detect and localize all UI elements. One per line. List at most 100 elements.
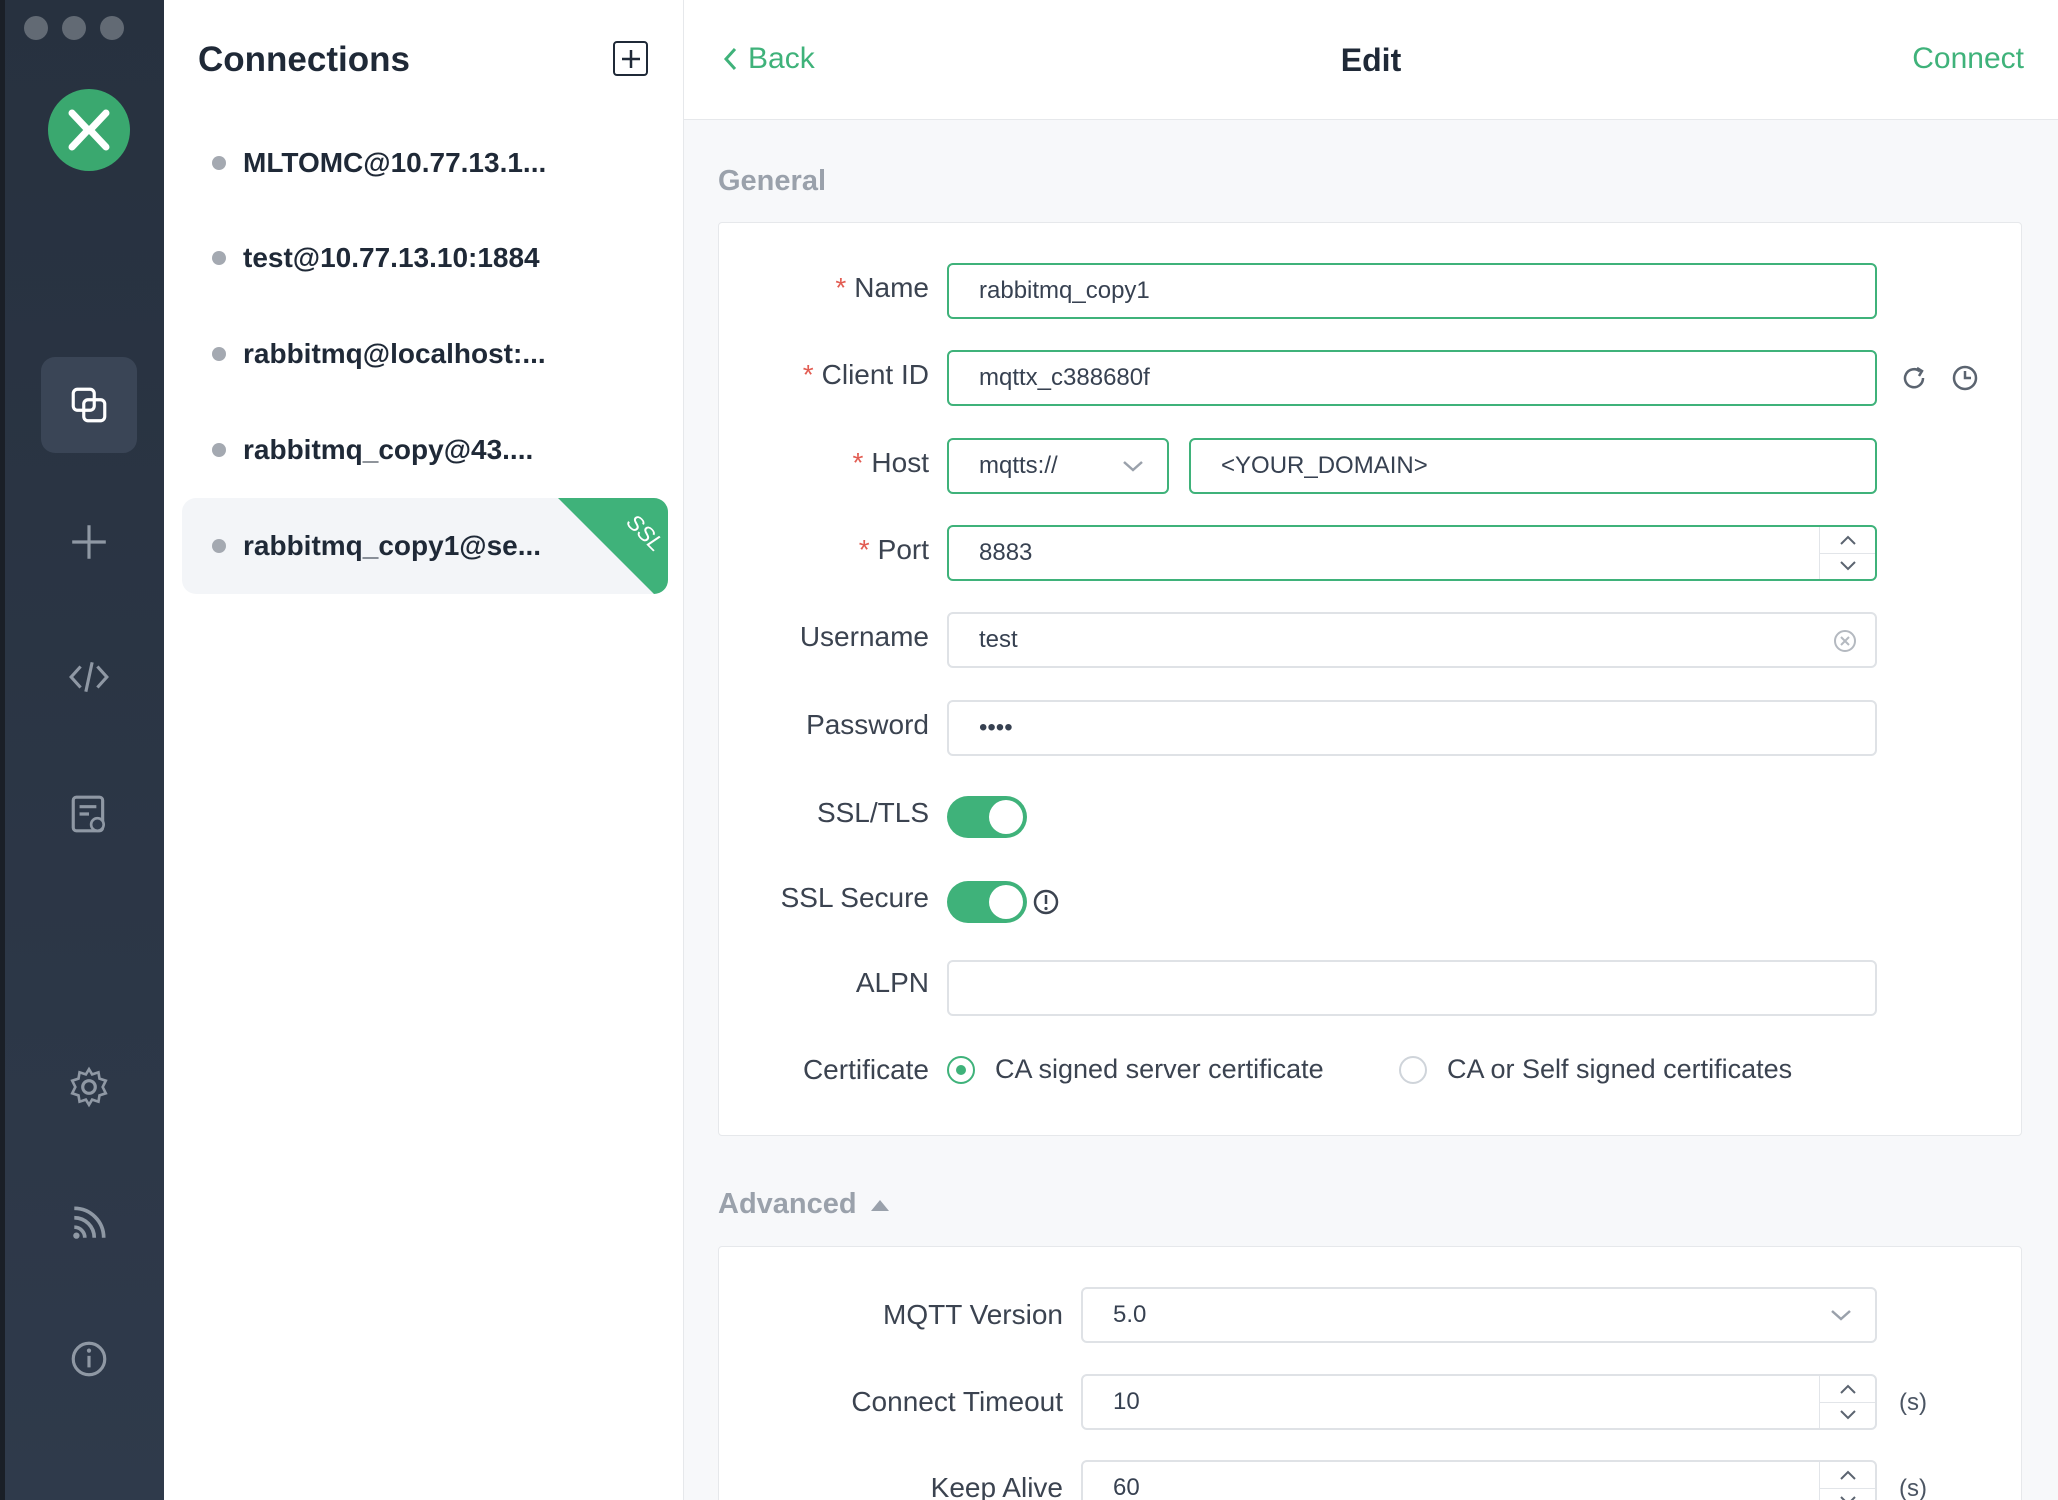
- port-label: * Port: [858, 534, 929, 565]
- window-close-button[interactable]: [24, 16, 48, 40]
- connect-timeout-input[interactable]: 10: [1081, 1374, 1877, 1430]
- clear-icon[interactable]: [1833, 629, 1857, 653]
- connect-timeout-stepper: [1819, 1376, 1875, 1428]
- connection-label: rabbitmq_copy@43....: [243, 434, 534, 465]
- chevron-down-icon: [1839, 561, 1856, 571]
- connect-button[interactable]: Connect: [1912, 42, 2024, 76]
- protocol-select[interactable]: mqtts://: [947, 438, 1169, 494]
- password-input[interactable]: ••••: [947, 700, 1877, 756]
- keep-alive-stepper: [1819, 1462, 1875, 1500]
- status-dot: [212, 347, 226, 361]
- mqtt-version-label: MQTT Version: [883, 1299, 1063, 1330]
- edit-pane: Back Edit Connect General * Name rabbitmq…: [684, 0, 2058, 1500]
- connect-timeout-increment-button[interactable]: [1820, 1376, 1875, 1402]
- script-icon: [69, 661, 109, 693]
- username-label: Username: [799, 621, 929, 652]
- connection-label: rabbitmq@localhost:...: [243, 338, 546, 369]
- connection-label: rabbitmq_copy1@se...: [243, 530, 542, 561]
- warning-icon: [1033, 889, 1059, 915]
- status-dot: [212, 443, 226, 457]
- connect-timeout-unit: (s): [1899, 1389, 1927, 1416]
- chevron-down-icon: [1839, 1496, 1856, 1500]
- mqtt-version-select[interactable]: 5.0: [1081, 1287, 1877, 1343]
- connection-item[interactable]: test@10.77.13.10:1884: [182, 210, 668, 306]
- connection-item[interactable]: rabbitmq_copy@43....: [182, 402, 668, 498]
- port-decrement-button[interactable]: [1820, 552, 1875, 580]
- keep-alive-decrement-button[interactable]: [1820, 1487, 1875, 1500]
- chevron-up-icon: [1839, 1470, 1856, 1480]
- page-title: Edit: [1340, 42, 1402, 78]
- chevron-up-icon: [1839, 535, 1856, 545]
- self-signed-label[interactable]: CA or Self signed certificates: [1447, 1054, 1792, 1085]
- ssl-secure-toggle[interactable]: [947, 881, 1027, 923]
- name-input[interactable]: rabbitmq_copy1: [947, 263, 1877, 319]
- new-connection-nav-button[interactable]: [41, 494, 137, 590]
- script-nav-button[interactable]: [41, 629, 137, 725]
- about-nav-button[interactable]: [41, 1311, 137, 1407]
- edit-header: Back Edit Connect: [684, 0, 2058, 120]
- advanced-section-title: Advanced: [718, 1188, 857, 1220]
- alpn-input[interactable]: [947, 960, 1877, 1016]
- advanced-section-toggle[interactable]: Advanced: [718, 1188, 891, 1221]
- self-signed-radio[interactable]: [1399, 1056, 1427, 1084]
- feed-icon: [73, 1206, 106, 1239]
- client-id-input[interactable]: mqttx_c388680f: [947, 350, 1877, 406]
- ssl-tls-label: SSL/TLS: [816, 797, 929, 828]
- connections-icon: [71, 387, 107, 423]
- general-card: * Name rabbitmq_copy1 * Client ID mqttx_c3…: [718, 222, 2022, 1136]
- keep-alive-increment-button[interactable]: [1820, 1462, 1875, 1488]
- window-minimize-button[interactable]: [62, 16, 86, 40]
- chevron-up-icon: [1839, 1384, 1856, 1394]
- new-connection-button[interactable]: [613, 41, 648, 76]
- app-logo-icon: [48, 89, 130, 171]
- certificate-label: Certificate: [802, 1054, 929, 1085]
- ssl-tls-toggle[interactable]: [947, 796, 1027, 838]
- window-zoom-button[interactable]: [100, 16, 124, 40]
- clock-icon: [1952, 365, 1978, 391]
- connect-timeout-decrement-button[interactable]: [1820, 1401, 1875, 1429]
- port-stepper: [1819, 527, 1875, 579]
- connection-label: MLTOMC@10.77.13.1...: [243, 147, 547, 178]
- log-icon: [71, 795, 106, 833]
- chevron-down-icon: [1123, 461, 1143, 472]
- port-increment-button[interactable]: [1820, 527, 1875, 553]
- status-dot: [212, 156, 226, 170]
- host-input[interactable]: <YOUR_DOMAIN>: [1189, 438, 1877, 494]
- client-id-label: * Client ID: [802, 359, 929, 390]
- connection-item[interactable]: MLTOMC@10.77.13.1...: [182, 115, 668, 211]
- refresh-icon: [1903, 366, 1925, 389]
- username-input[interactable]: test: [947, 612, 1877, 668]
- info-icon: [71, 1341, 107, 1377]
- name-label: * Name: [835, 272, 929, 303]
- client-id-history-button[interactable]: [1948, 361, 1982, 395]
- settings-icon: [70, 1066, 108, 1108]
- connection-item[interactable]: rabbitmq@localhost:...: [182, 306, 668, 402]
- chevron-down-icon: [1839, 1410, 1856, 1420]
- connect-timeout-label: Connect Timeout: [851, 1386, 1063, 1417]
- status-dot: [212, 251, 226, 265]
- caret-up-icon: [870, 1199, 889, 1211]
- ca-signed-label[interactable]: CA signed server certificate: [995, 1054, 1324, 1085]
- keep-alive-unit: (s): [1899, 1475, 1927, 1500]
- port-input[interactable]: 8883: [947, 525, 1877, 581]
- connection-item-selected[interactable]: rabbitmq_copy1@se... SSL: [182, 498, 668, 594]
- general-section-title: General: [718, 165, 826, 197]
- advanced-card: MQTT Version 5.0 Connect Timeout 10 (s) …: [718, 1246, 2022, 1500]
- ca-signed-radio[interactable]: [947, 1056, 975, 1084]
- host-label: * Host: [852, 447, 929, 478]
- alpn-label: ALPN: [855, 967, 929, 998]
- add-icon: [72, 525, 106, 559]
- keep-alive-input[interactable]: 60: [1081, 1460, 1877, 1500]
- settings-nav-button[interactable]: [41, 1039, 137, 1135]
- password-label: Password: [806, 709, 929, 740]
- ssl-secure-info-button[interactable]: [1029, 885, 1063, 919]
- keep-alive-label: Keep Alive: [930, 1472, 1063, 1500]
- log-nav-button[interactable]: [41, 766, 137, 862]
- app-sidebar: [0, 0, 164, 1500]
- refresh-client-id-button[interactable]: [1897, 361, 1931, 395]
- connections-title: Connections: [198, 40, 410, 79]
- connections-panel: Connections MLTOMC@10.77.13.1... test@10…: [164, 0, 684, 1500]
- connections-nav-button[interactable]: [41, 357, 137, 453]
- status-dot: [212, 539, 226, 553]
- feed-nav-button[interactable]: [41, 1175, 137, 1271]
